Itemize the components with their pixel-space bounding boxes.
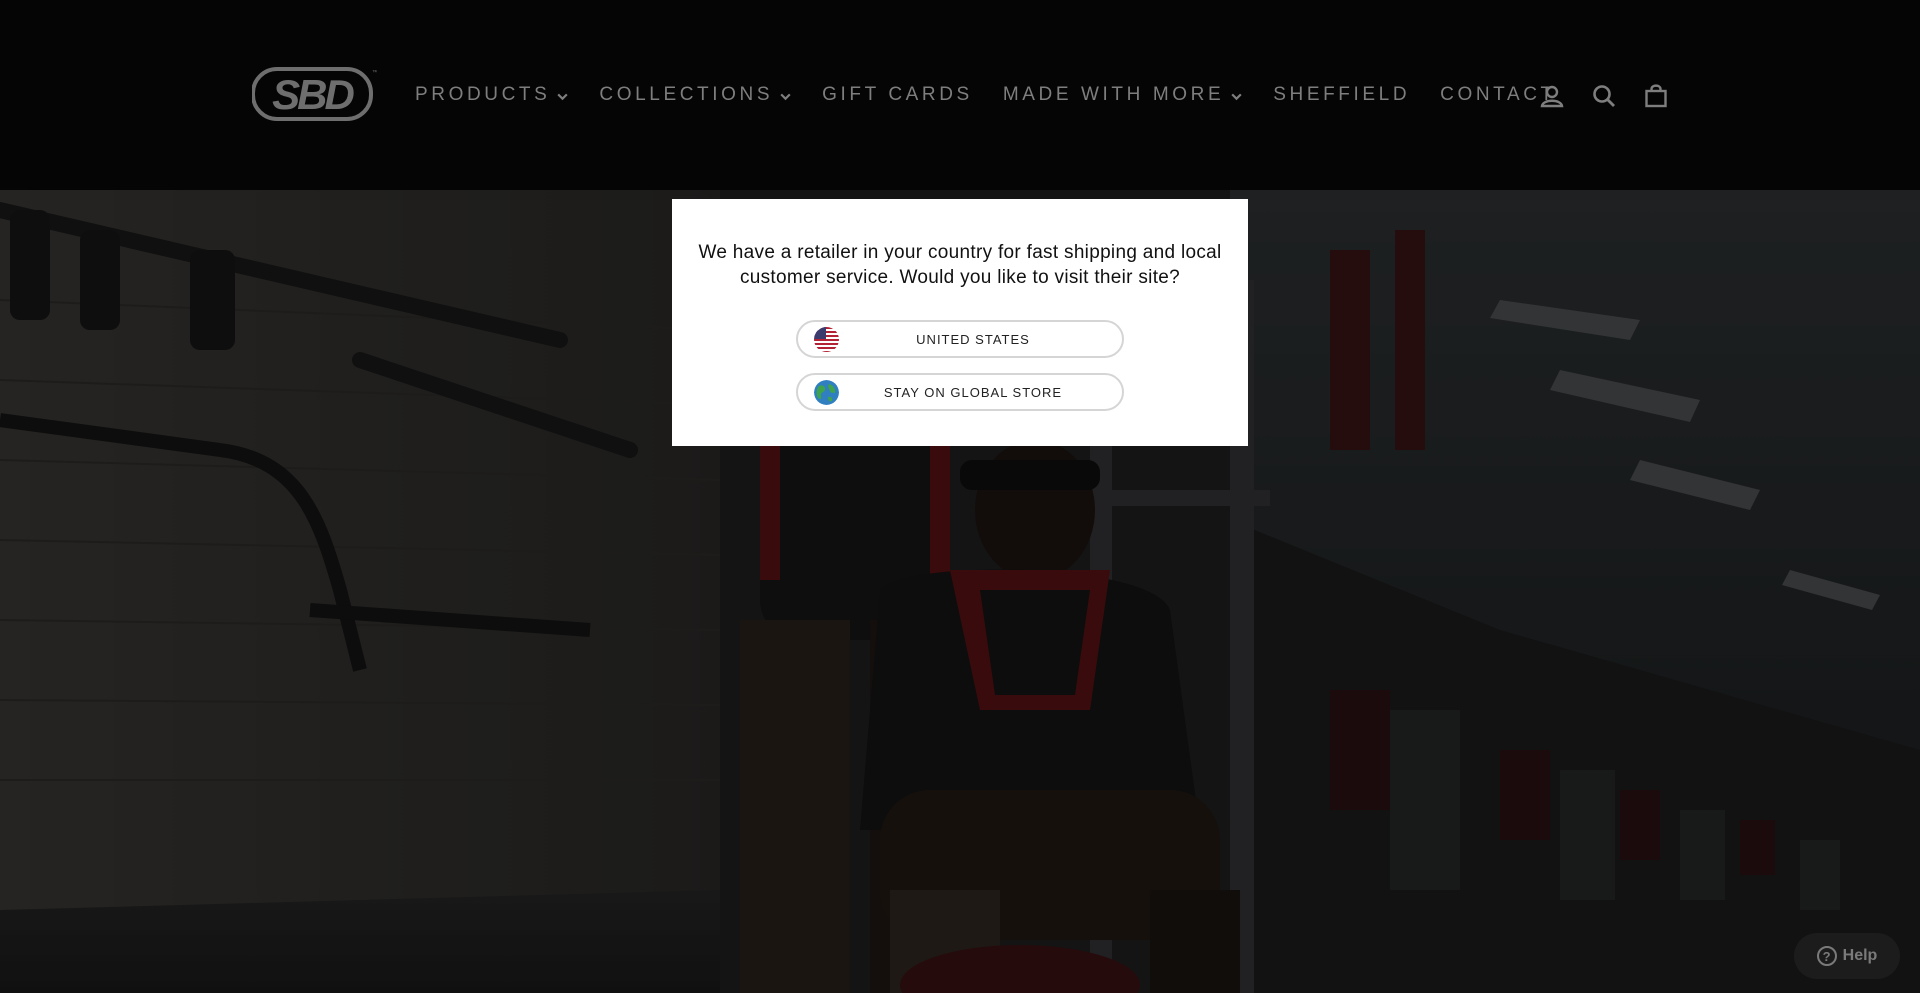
united-states-label: UNITED STATES [916, 331, 1030, 347]
nav-sheffield[interactable]: SHEFFIELD [1273, 84, 1410, 106]
search-icon[interactable] [1588, 80, 1620, 112]
chevron-down-icon [557, 93, 569, 100]
globe-icon [814, 380, 839, 405]
chevron-down-icon [1231, 93, 1242, 100]
nav-gift-cards[interactable]: GIFT CARDS [822, 84, 973, 106]
stay-on-global-store-button[interactable]: STAY ON GLOBAL STORE [796, 373, 1124, 411]
nav-collections[interactable]: COLLECTIONS [599, 84, 792, 106]
svg-text:™: ™ [372, 69, 377, 76]
help-icon: ? [1816, 946, 1837, 966]
site-header: SBD ™ PRODUCTS COLLECTIONS GIFT CARDS MA… [0, 0, 1920, 190]
logo-text: SBD [272, 71, 354, 118]
nav-made-with-more[interactable]: MADE WITH MORE [1003, 84, 1243, 106]
modal-message: We have a retailer in your country for f… [698, 242, 1222, 288]
nav-sheffield-label: SHEFFIELD [1273, 84, 1411, 105]
help-label: Help [1842, 947, 1878, 964]
cart-icon[interactable] [1640, 80, 1672, 112]
united-states-button[interactable]: UNITED STATES [796, 320, 1124, 358]
chevron-down-icon [780, 93, 791, 100]
sbd-logo[interactable]: SBD ™ [252, 66, 377, 122]
nav-collections-label: COLLECTIONS [599, 84, 774, 105]
header-icons [1536, 80, 1692, 112]
main-nav: PRODUCTS COLLECTIONS GIFT CARDS MADE WIT… [415, 80, 1586, 110]
nav-gift-cards-label: GIFT CARDS [822, 84, 973, 105]
geo-redirect-modal: We have a retailer in your country for f… [672, 199, 1248, 446]
nav-made-with-more-label: MADE WITH MORE [1002, 84, 1225, 105]
us-flag-icon [814, 327, 839, 352]
nav-products[interactable]: PRODUCTS [415, 84, 569, 106]
nav-products-label: PRODUCTS [415, 84, 551, 105]
stay-on-global-store-label: STAY ON GLOBAL STORE [883, 384, 1063, 400]
help-button[interactable]: ? Help [1794, 933, 1900, 979]
account-icon[interactable] [1536, 80, 1568, 112]
